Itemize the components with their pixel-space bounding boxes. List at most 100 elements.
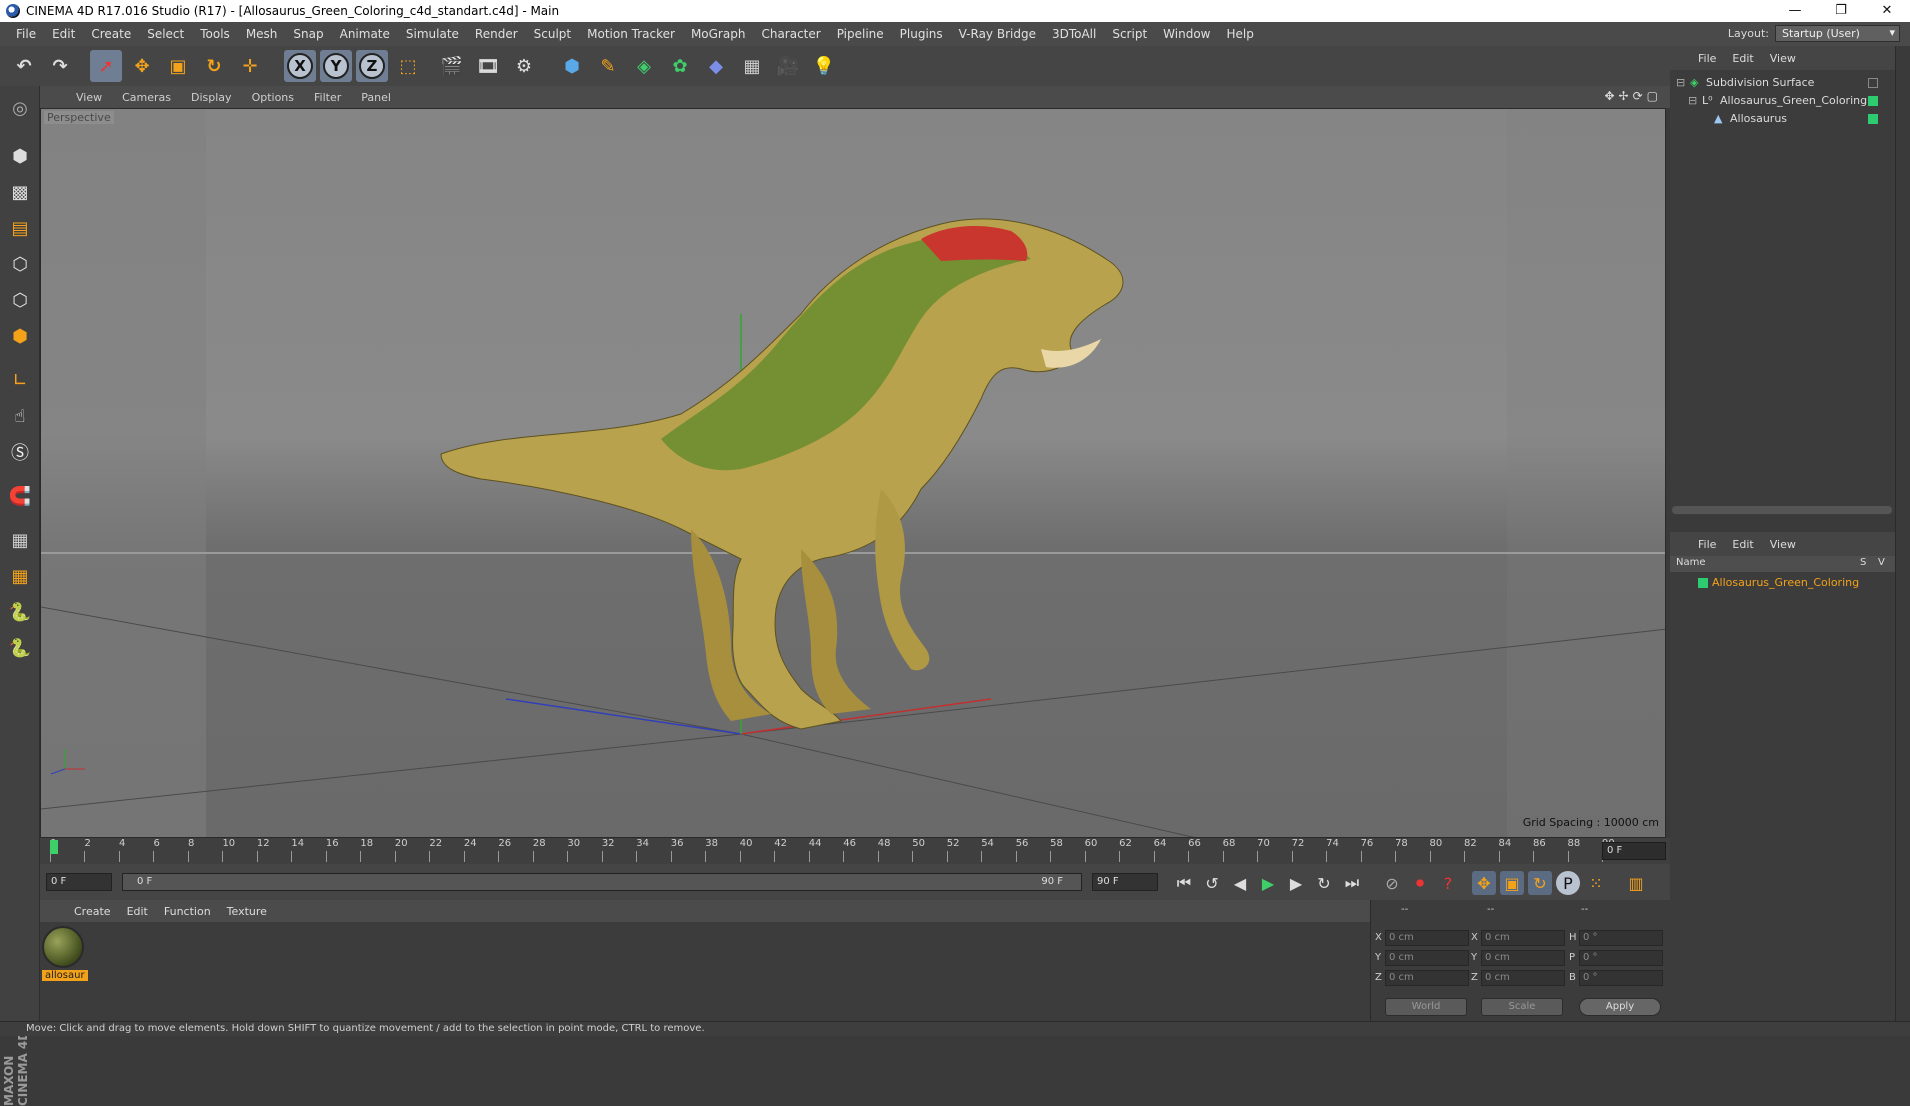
magnet-snap-icon[interactable]: 🧲 [4, 480, 36, 512]
right-tab-strip[interactable] [1895, 46, 1910, 1036]
points-mode-icon[interactable]: ⬡ [4, 248, 36, 280]
z-axis-lock-button[interactable]: Z [356, 50, 388, 82]
scale-tool-icon[interactable]: ▣ [162, 50, 194, 82]
playhead[interactable] [50, 840, 58, 854]
viewport-menu-view[interactable]: View [66, 91, 112, 104]
expand-icon[interactable]: ⊟ [1676, 74, 1685, 92]
start-frame-field[interactable]: 0 F [46, 873, 112, 891]
menu-simulate[interactable]: Simulate [398, 22, 467, 46]
go-to-end-icon[interactable]: ⏭ [1340, 871, 1364, 895]
size-mode-dropdown[interactable]: Scale [1481, 998, 1563, 1016]
menu-mograph[interactable]: MoGraph [683, 22, 754, 46]
y-axis-lock-button[interactable]: Y [320, 50, 352, 82]
object-row-allosaurus-green[interactable]: ⊟ L⁰ Allosaurus_Green_Coloring [1670, 92, 1895, 110]
layer-menu-file[interactable]: File [1690, 538, 1724, 551]
rotation-b-field[interactable]: 0 ° [1579, 970, 1663, 986]
live-selection-icon[interactable]: ➚ [90, 50, 122, 82]
menu-pipeline[interactable]: Pipeline [829, 22, 892, 46]
rotate-tool-icon[interactable]: ↻ [198, 50, 230, 82]
menu-select[interactable]: Select [139, 22, 192, 46]
menu-snap[interactable]: Snap [285, 22, 331, 46]
cube-object-icon[interactable]: ⬢ [556, 50, 588, 82]
layer-menu-edit[interactable]: Edit [1724, 538, 1761, 551]
planar-workplane-icon[interactable]: ▦ [4, 560, 36, 592]
mograph-cloner-icon[interactable]: ✿ [664, 50, 696, 82]
menu-script[interactable]: Script [1104, 22, 1155, 46]
maximize-button[interactable]: ❐ [1818, 0, 1864, 22]
menu-mesh[interactable]: Mesh [238, 22, 286, 46]
previous-keyframe-icon[interactable]: ↺ [1200, 871, 1224, 895]
autokeying-icon[interactable]: ⏺ [1408, 871, 1432, 895]
render-view-icon[interactable]: 🎬 [436, 50, 468, 82]
object-row-subdivision[interactable]: ⊟ ◈ Subdivision Surface [1670, 74, 1895, 92]
menu-animate[interactable]: Animate [332, 22, 398, 46]
object-horizontal-scrollbar[interactable] [1672, 506, 1892, 514]
camera-object-icon[interactable]: 🎥 [772, 50, 804, 82]
position-x-field[interactable]: 0 cm [1385, 930, 1469, 946]
preview-range-slider[interactable]: 0 F 90 F [122, 873, 1082, 891]
move-tool-icon[interactable]: ✥ [126, 50, 158, 82]
material-menu-create[interactable]: Create [66, 905, 119, 918]
expand-icon[interactable]: ⊟ [1688, 92, 1697, 110]
deformer-icon[interactable]: ◆ [700, 50, 732, 82]
timeline-ruler[interactable]: 0246810121416182022242628303234363840424… [40, 838, 1670, 864]
position-key-icon[interactable]: ✥ [1472, 871, 1496, 895]
menu-plugins[interactable]: Plugins [892, 22, 951, 46]
menu-character[interactable]: Character [753, 22, 828, 46]
object-menu-edit[interactable]: Edit [1724, 52, 1761, 65]
layout-dropdown[interactable]: Startup (User) [1775, 25, 1900, 42]
light-object-icon[interactable]: 💡 [808, 50, 840, 82]
next-frame-icon[interactable]: ▶ [1284, 871, 1308, 895]
perspective-viewport[interactable]: Perspective Grid Spacing : 10000 cm [40, 108, 1666, 838]
scale-key-icon[interactable]: ▣ [1500, 871, 1524, 895]
timeline-window-icon[interactable]: ▥ [1624, 871, 1648, 895]
spline-pen-icon[interactable]: ✎ [592, 50, 624, 82]
x-axis-lock-button[interactable]: X [284, 50, 316, 82]
end-frame-field[interactable]: 90 F [1092, 873, 1158, 891]
position-z-field[interactable]: 0 cm [1385, 970, 1469, 986]
render-settings-icon[interactable]: ⚙ [508, 50, 540, 82]
viewport-menu-filter[interactable]: Filter [304, 91, 351, 104]
parameter-key-icon[interactable]: P [1556, 871, 1580, 895]
floor-object-icon[interactable]: ▦ [736, 50, 768, 82]
recent-tool-icon[interactable]: ✛ [234, 50, 266, 82]
subdivision-surface-icon[interactable]: ◈ [628, 50, 660, 82]
texture-mode-icon[interactable]: ▩ [4, 176, 36, 208]
redo-icon[interactable]: ↷ [44, 50, 76, 82]
menu-3dtoall[interactable]: 3DToAll [1044, 22, 1104, 46]
object-row-allosaurus[interactable]: ▲ Allosaurus [1670, 110, 1895, 128]
axis-mode-icon[interactable]: ∟ [4, 364, 36, 396]
viewport-menu-panel[interactable]: Panel [351, 91, 401, 104]
coordinate-mode-dropdown[interactable]: World [1385, 998, 1467, 1016]
material-thumbnail[interactable] [42, 926, 84, 968]
record-active-objects-icon[interactable]: ⊘ [1380, 871, 1404, 895]
viewport-menu-cameras[interactable]: Cameras [112, 91, 181, 104]
workplane-mode-icon[interactable]: ▤ [4, 212, 36, 244]
size-y-field[interactable]: 0 cm [1481, 950, 1565, 966]
material-menu-texture[interactable]: Texture [219, 905, 275, 918]
menu-create[interactable]: Create [83, 22, 139, 46]
viewport-nav-icons[interactable]: ✥✢⟳▢ [1604, 89, 1662, 103]
viewport-menu-display[interactable]: Display [181, 91, 242, 104]
frame-ruler[interactable]: 0246810121416182022242628303234363840424… [50, 838, 1615, 864]
previous-frame-icon[interactable]: ◀ [1228, 871, 1252, 895]
menu-tools[interactable]: Tools [192, 22, 238, 46]
point-level-animation-icon[interactable]: ⁙ [1584, 871, 1608, 895]
apply-button[interactable]: Apply [1579, 998, 1661, 1016]
next-keyframe-icon[interactable]: ↻ [1312, 871, 1336, 895]
minimize-button[interactable]: — [1772, 0, 1818, 22]
size-x-field[interactable]: 0 cm [1481, 930, 1565, 946]
menu-motion-tracker[interactable]: Motion Tracker [579, 22, 683, 46]
python-console-icon[interactable]: 🐍 [4, 632, 36, 664]
rotation-key-icon[interactable]: ↻ [1528, 871, 1552, 895]
material-name[interactable]: allosaur [42, 970, 88, 981]
position-y-field[interactable]: 0 cm [1385, 950, 1469, 966]
menu-window[interactable]: Window [1155, 22, 1218, 46]
coordinate-system-icon[interactable]: ⬚ [392, 50, 424, 82]
menu-vray-bridge[interactable]: V-Ray Bridge [951, 22, 1044, 46]
layer-row[interactable]: Allosaurus_Green_Coloring [1670, 574, 1895, 592]
play-forward-icon[interactable]: ▶ [1256, 871, 1280, 895]
model-mode-icon[interactable]: ⬢ [4, 140, 36, 172]
rotation-h-field[interactable]: 0 ° [1579, 930, 1663, 946]
current-frame-field[interactable]: 0 F [1602, 842, 1666, 860]
